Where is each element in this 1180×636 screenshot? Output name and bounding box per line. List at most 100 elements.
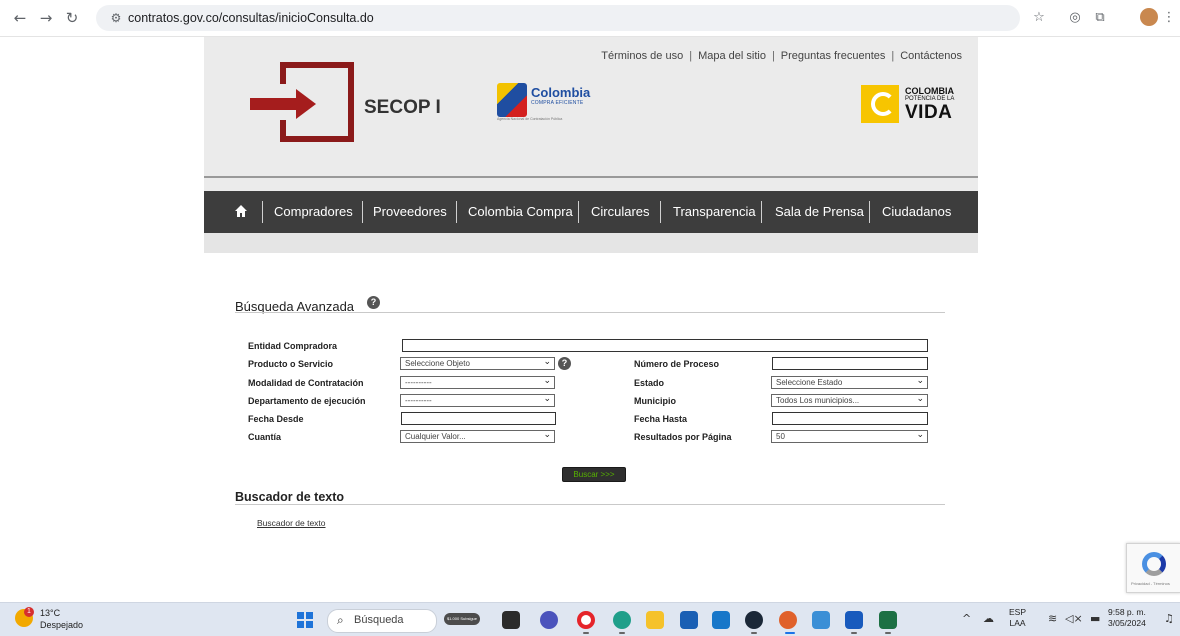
search-icon: ⌕: [337, 613, 344, 627]
word-icon[interactable]: [845, 611, 863, 629]
site-header: Términos de uso | Mapa del sitio | Preguntas…: [204, 37, 978, 176]
clock-date: 3/05/2024: [1108, 618, 1146, 628]
chrome-icon[interactable]: [779, 611, 797, 629]
resultados-value: 50: [776, 432, 785, 441]
estado-select[interactable]: Seleccione Estado ⌄: [771, 376, 928, 389]
app-indicator: [885, 632, 891, 634]
section-divider: [235, 312, 945, 313]
nav-transparencia[interactable]: Transparencia: [673, 204, 756, 220]
steam-icon[interactable]: [745, 611, 763, 629]
numero-input[interactable]: [772, 357, 928, 370]
onedrive-cloud-icon[interactable]: ☁: [983, 612, 994, 625]
tray-chevron-up-icon[interactable]: ^: [962, 612, 971, 625]
nav-ciudadanos[interactable]: Ciudadanos: [882, 204, 951, 220]
site-title: SECOP I: [364, 97, 441, 118]
mail-icon[interactable]: [712, 611, 730, 629]
cuantia-select[interactable]: Cualquier Valor... ⌄: [400, 430, 555, 443]
recaptcha-badge[interactable]: Privacidad - Términos: [1126, 543, 1180, 593]
help-icon[interactable]: ?: [558, 357, 571, 370]
clock-time: 9:58 p. m.: [1108, 607, 1146, 617]
battery-icon[interactable]: ▬: [1090, 612, 1100, 625]
language-indicator[interactable]: ESP LAA: [1009, 607, 1026, 629]
resultados-label: Resultados por Página: [634, 432, 732, 442]
site-container: Términos de uso | Mapa del sitio | Preguntas…: [204, 37, 978, 602]
excel-icon[interactable]: [879, 611, 897, 629]
separator: |: [771, 50, 775, 62]
extension-icon[interactable]: ◎: [1066, 9, 1084, 27]
modalidad-value: ----------: [405, 378, 432, 387]
separator: |: [689, 50, 693, 62]
vida-mark-icon: [861, 85, 899, 123]
wifi-icon[interactable]: ≋: [1048, 612, 1057, 625]
nav-proveedores[interactable]: Proveedores: [373, 204, 447, 220]
site-info-icon[interactable]: ⚙: [108, 10, 124, 26]
chat-icon[interactable]: [540, 611, 558, 629]
chevron-down-icon: ⌄: [543, 394, 551, 404]
top-link-terminos[interactable]: Términos de uso: [601, 50, 683, 62]
volume-muted-icon[interactable]: ◁×: [1065, 612, 1083, 625]
browser-toolbar: ← → ↻ ⚙ contratos.gov.co/consultas/inici…: [0, 0, 1180, 37]
entidad-input[interactable]: [402, 339, 928, 352]
producto-select[interactable]: Seleccione Objeto ⌄: [400, 357, 555, 370]
notification-bell-icon[interactable]: ♫: [1164, 612, 1174, 625]
windows-start-icon[interactable]: [297, 612, 313, 628]
weather-temperature: 13°C: [40, 608, 61, 618]
profile-avatar[interactable]: [1140, 8, 1158, 26]
vida-line1: COLOMBIA: [905, 86, 954, 96]
app-icon[interactable]: [812, 611, 830, 629]
text-search-link[interactable]: Buscador de texto: [257, 518, 326, 528]
nav-separator: [761, 201, 762, 223]
cce-subtitle: COMPRA EFICIENTE: [531, 100, 584, 106]
taskbar-search[interactable]: ⌕ Búsqueda: [327, 609, 437, 633]
store-icon[interactable]: [680, 611, 698, 629]
taskbar-news-pill[interactable]: $1.000 Subsigue Ley: [444, 613, 480, 625]
app-indicator: [851, 632, 857, 634]
extensions-puzzle-icon[interactable]: ⧉: [1091, 9, 1109, 27]
resultados-select[interactable]: 50 ⌄: [771, 430, 928, 443]
buscar-button[interactable]: Buscar >>>: [562, 467, 626, 482]
municipio-select[interactable]: Todos Los municipios... ⌄: [771, 394, 928, 407]
recaptcha-icon: [1142, 552, 1166, 576]
fecha-desde-input[interactable]: [401, 412, 556, 425]
recaptcha-text: Privacidad - Términos: [1131, 581, 1170, 586]
app-indicator: [619, 632, 625, 634]
logo-arrow-head: [296, 89, 316, 119]
menu-kebab-icon[interactable]: ⋮: [1160, 9, 1178, 27]
task-view-icon[interactable]: [502, 611, 520, 629]
nav-compradores[interactable]: Compradores: [274, 204, 353, 220]
forward-icon[interactable]: →: [36, 8, 56, 28]
clock[interactable]: 9:58 p. m. 3/05/2024: [1108, 607, 1146, 629]
vida-line3: VIDA: [905, 102, 953, 123]
opera-icon[interactable]: [577, 611, 595, 629]
address-bar[interactable]: ⚙ contratos.gov.co/consultas/inicioConsu…: [96, 5, 1020, 31]
bookmark-star-icon[interactable]: ☆: [1030, 9, 1048, 27]
home-icon[interactable]: [234, 204, 248, 218]
nav-circulares[interactable]: Circulares: [591, 204, 650, 220]
modalidad-select[interactable]: ---------- ⌄: [400, 376, 555, 389]
top-link-contactenos[interactable]: Contáctenos: [900, 50, 962, 62]
url-text[interactable]: contratos.gov.co/consultas/inicioConsult…: [128, 10, 374, 26]
edge-icon[interactable]: [613, 611, 631, 629]
producto-label: Producto o Servicio: [248, 359, 334, 369]
top-link-preguntas[interactable]: Preguntas frecuentes: [781, 50, 886, 62]
fecha-hasta-input[interactable]: [772, 412, 928, 425]
nav-colombia-compra[interactable]: Colombia Compra: [468, 204, 573, 220]
section-divider: [235, 504, 945, 505]
taskbar: 1 13°C Despejado ⌕ Búsqueda $1.000 Subsi…: [0, 602, 1180, 636]
nav-separator: [660, 201, 661, 223]
logo-frame-bottom: [280, 120, 286, 142]
colombia-compra-logo[interactable]: Colombia COMPRA EFICIENTE Agencia Nacion…: [497, 83, 597, 121]
cce-flag-icon: [497, 83, 527, 117]
logo-arrow-icon: [250, 98, 300, 110]
nav-sala-prensa[interactable]: Sala de Prensa: [775, 204, 864, 220]
estado-label: Estado: [634, 378, 665, 388]
file-explorer-icon[interactable]: [646, 611, 664, 629]
entidad-label: Entidad Compradora: [248, 341, 338, 351]
reload-icon[interactable]: ↻: [62, 8, 82, 28]
departamento-select[interactable]: ---------- ⌄: [400, 394, 555, 407]
back-icon[interactable]: ←: [10, 8, 30, 28]
top-link-mapa[interactable]: Mapa del sitio: [698, 50, 766, 62]
cuantia-value: Cualquier Valor...: [405, 432, 466, 441]
help-icon[interactable]: ?: [367, 296, 380, 309]
keyboard-layout: LAA: [1009, 618, 1026, 628]
